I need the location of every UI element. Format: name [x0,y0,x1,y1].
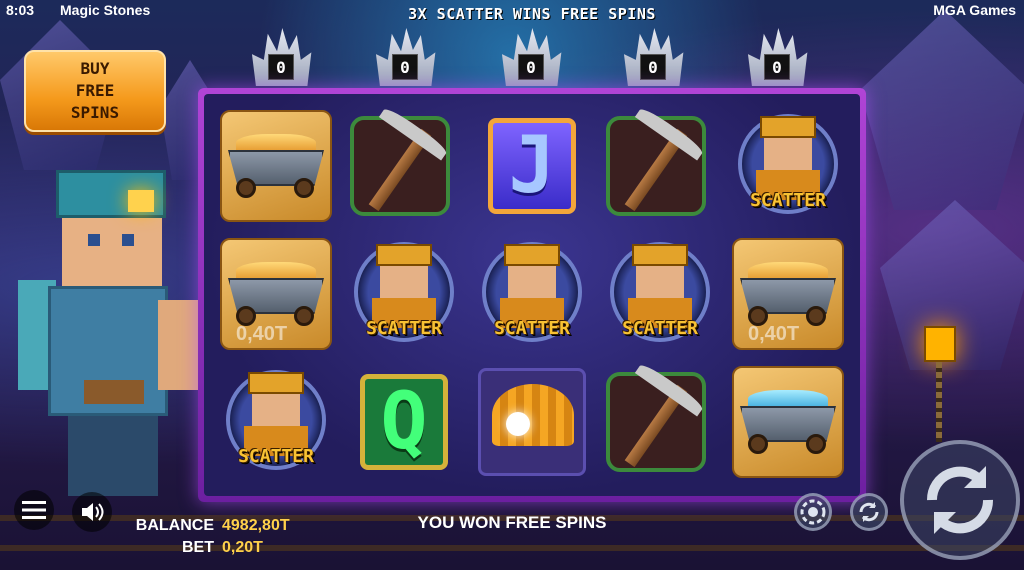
counter-value: 0 [640,54,666,80]
scatter-counter: 0 [372,28,438,88]
scatter-label: SCATTER [750,190,826,211]
cart-icon [228,262,324,326]
turbo-button[interactable] [850,493,888,531]
cart-icon [740,262,836,326]
scatter-face [252,394,300,426]
reel-frame: 0,40T SCATTER SCATTER Q J SCATTER SCATTER SCATT… [198,88,866,502]
symbol-gold-cart [218,108,334,224]
scatter-counter: 0 [620,28,686,88]
scatter-counter: 0 [498,28,564,88]
buy-label-line2: FREE [75,81,115,100]
autoplay-button[interactable] [794,493,832,531]
letter-j: J [488,118,576,214]
lantern-icon [924,326,956,362]
chip-icon [800,499,826,525]
refresh-icon [859,502,879,522]
wheel-icon [236,178,256,198]
miner-hat-icon [248,372,304,394]
miner-hat-icon [504,244,560,266]
symbol-scatter: SCATTER [218,364,334,480]
scatter-face [380,266,428,298]
miner-face [62,216,162,286]
miner-hat-icon [632,244,688,266]
lamp-icon [506,412,530,436]
scatter-face [636,266,684,298]
background-crystal [860,10,1024,210]
buy-free-spins-button[interactable]: BUY FREE SPINS [24,50,166,132]
helmet-icon [492,384,574,446]
counter-value: 0 [518,54,544,80]
symbol-gold-cart: 0,40T [218,236,334,352]
counter-value: 0 [764,54,790,80]
miner-hat-icon [376,244,432,266]
cart-value: 0,40T [748,323,800,345]
symbol-diamond-cart [730,364,846,480]
symbol-scatter: SCATTER [602,236,718,352]
counter-value: 0 [268,54,294,80]
scatter-counter: 0 [248,28,314,88]
spin-icon [926,466,994,534]
wheel-icon [294,306,314,326]
miner-arm [158,300,202,390]
bet-label: BET [182,539,214,556]
scatter-label: SCATTER [494,318,570,339]
symbol-scatter: SCATTER [730,108,846,224]
miner-eye [88,234,100,246]
wheel-icon [748,434,768,454]
scatter-counter: 0 [744,28,810,88]
symbol-pickaxe [602,105,718,224]
symbol-pickaxe [346,105,462,224]
symbol-pickaxe [602,361,718,480]
scatter-label: SCATTER [622,318,698,339]
buy-label-line3: SPINS [70,103,120,122]
symbol-letter-j: J [474,108,590,224]
symbol-letter-q: Q [346,364,462,480]
miner-character [18,170,208,500]
symbol-scatter: SCATTER [346,236,462,352]
cart-value: 0,40T [236,323,288,345]
buy-label-line1: BUY [80,59,110,78]
symbol-helmet [474,364,590,480]
counter-value: 0 [392,54,418,80]
cart-icon [228,134,324,198]
symbol-scatter: SCATTER [474,236,590,352]
symbol-gold-cart: 0,40T [730,236,846,352]
lantern-chain [936,362,942,442]
miner-eye [122,234,134,246]
miner-hat-icon [760,116,816,138]
scatter-label: SCATTER [238,446,314,467]
reel-grid: 0,40T SCATTER SCATTER Q J SCATTER SCATTER SCATT… [204,94,860,496]
letter-q: Q [360,374,448,470]
wheel-icon [806,434,826,454]
miner-legs [68,416,158,496]
bet-value: 0,20T [222,539,263,556]
wheel-icon [806,306,826,326]
miner-lamp-icon [128,190,154,212]
scatter-label: SCATTER [366,318,442,339]
cart-icon [740,390,836,454]
spin-button[interactable] [900,440,1020,560]
scatter-face [764,138,812,170]
wheel-icon [294,178,314,198]
miner-belt [84,380,144,404]
scatter-banner: 3X SCATTER WINS FREE SPINS [408,5,656,23]
scatter-face [508,266,556,298]
